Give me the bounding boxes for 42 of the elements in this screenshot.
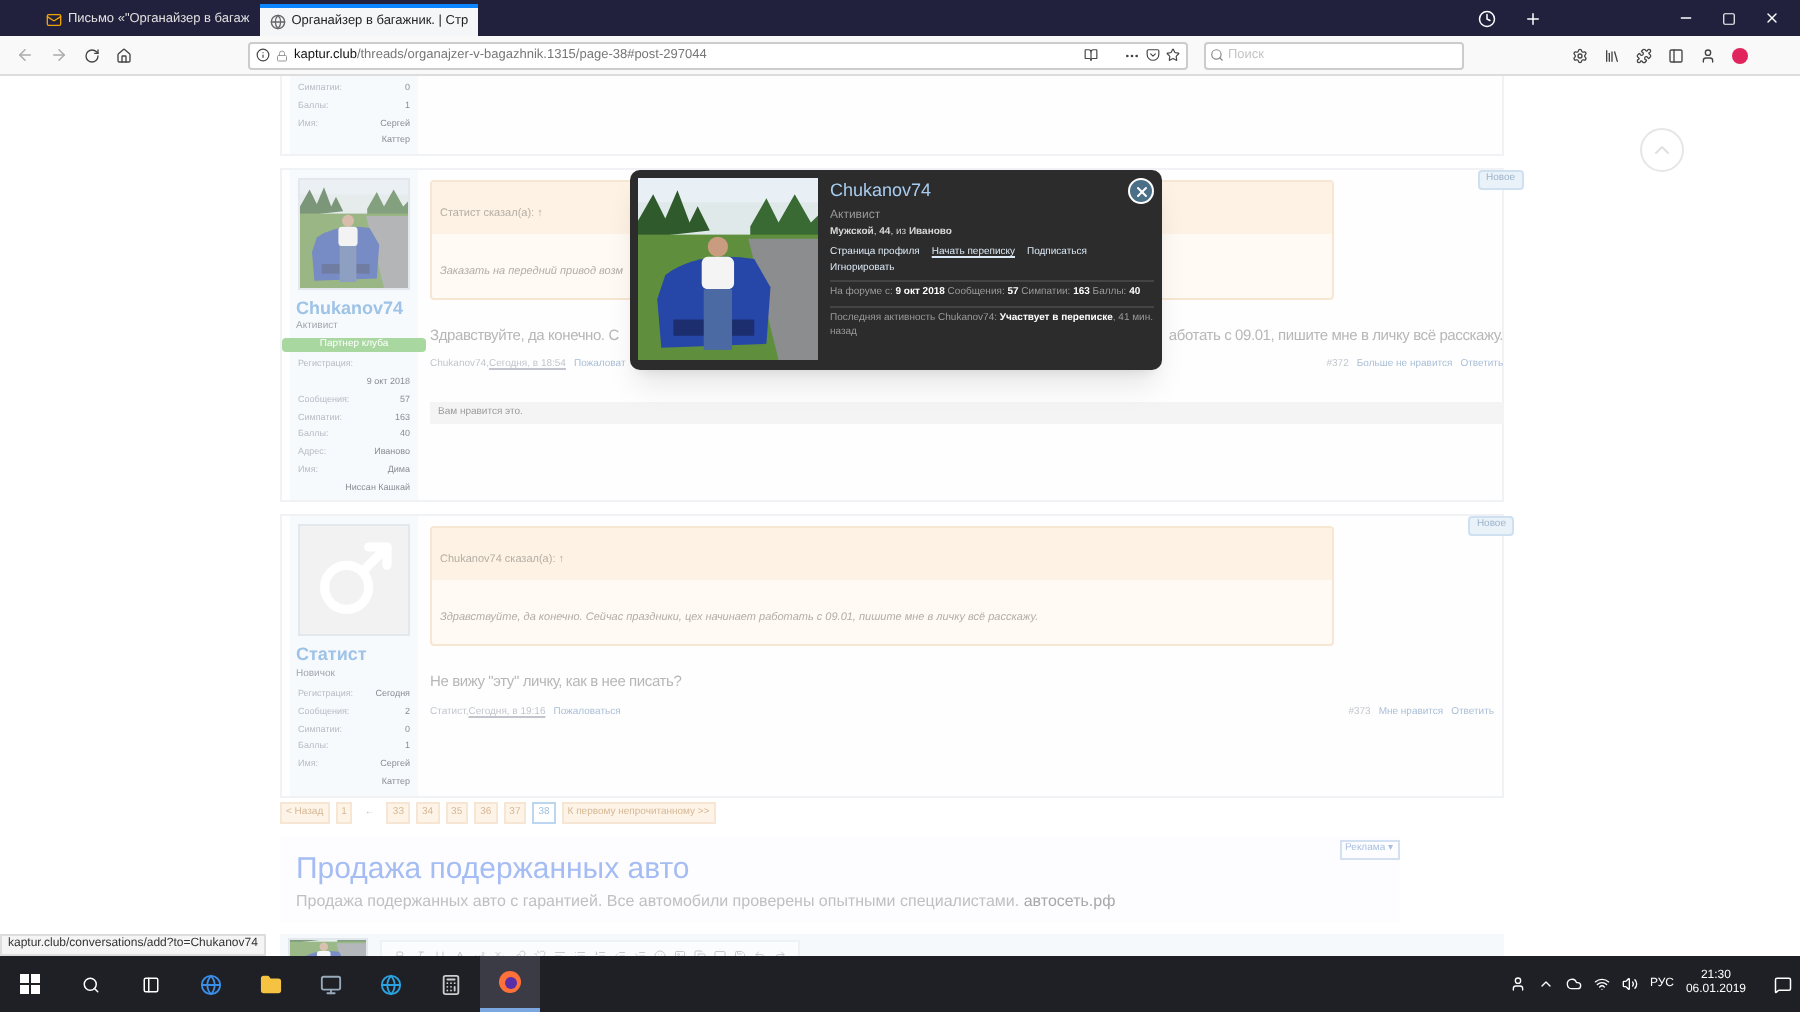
maximize-icon[interactable] — [1722, 11, 1736, 25]
new-tab-icon[interactable] — [1524, 9, 1542, 27]
network-icon[interactable] — [1593, 976, 1610, 992]
close-icon[interactable] — [1764, 10, 1780, 26]
extension-badge-icon[interactable] — [1732, 47, 1748, 63]
notifications-icon[interactable] — [1774, 975, 1792, 993]
active-app-tile[interactable] — [480, 956, 540, 1012]
user-name[interactable]: Chukanov74 — [290, 298, 418, 321]
sidebar-icon[interactable] — [1668, 47, 1684, 63]
ad-text: Продажа подержанных авто с гарантией. Все автомобили проверены опытными специалистами. — [296, 891, 1020, 910]
task-view-icon[interactable] — [141, 975, 159, 993]
windows-logo-icon[interactable] — [20, 974, 40, 994]
ad-domain[interactable]: автосеть.рф — [1023, 891, 1116, 910]
chevron-up-icon[interactable] — [1537, 976, 1554, 992]
settings-icon[interactable] — [1572, 47, 1588, 63]
info-icon — [256, 48, 270, 62]
folder-icon[interactable] — [259, 973, 281, 995]
user-name[interactable]: Статист — [290, 644, 418, 667]
extension-icon[interactable] — [1636, 47, 1652, 63]
pocket-icon[interactable] — [1146, 48, 1160, 62]
mail-icon — [46, 12, 62, 28]
browser-icon[interactable] — [199, 973, 221, 995]
close-button[interactable] — [1128, 178, 1154, 204]
reload-icon[interactable] — [84, 47, 100, 63]
search-icon[interactable] — [81, 975, 99, 993]
close-icon — [1133, 183, 1149, 199]
cloud-icon[interactable] — [1565, 976, 1582, 992]
library-icon[interactable] — [1604, 47, 1620, 63]
monitor-icon[interactable] — [319, 973, 341, 995]
volume-icon[interactable] — [1621, 976, 1638, 992]
calculator-icon[interactable] — [439, 973, 461, 995]
reader-icon[interactable] — [1084, 48, 1098, 62]
account-icon[interactable] — [1700, 47, 1716, 63]
browser-icon[interactable] — [379, 973, 401, 995]
people-icon[interactable] — [1509, 976, 1526, 992]
member-name[interactable]: Chukanov74 — [830, 178, 932, 205]
clock-icon[interactable] — [1478, 9, 1496, 27]
lock-icon — [276, 49, 288, 61]
fox-globe-icon — [498, 970, 522, 994]
bookmark-icon[interactable] — [1166, 48, 1180, 62]
home-icon[interactable] — [116, 47, 132, 63]
site-icon — [269, 14, 286, 30]
